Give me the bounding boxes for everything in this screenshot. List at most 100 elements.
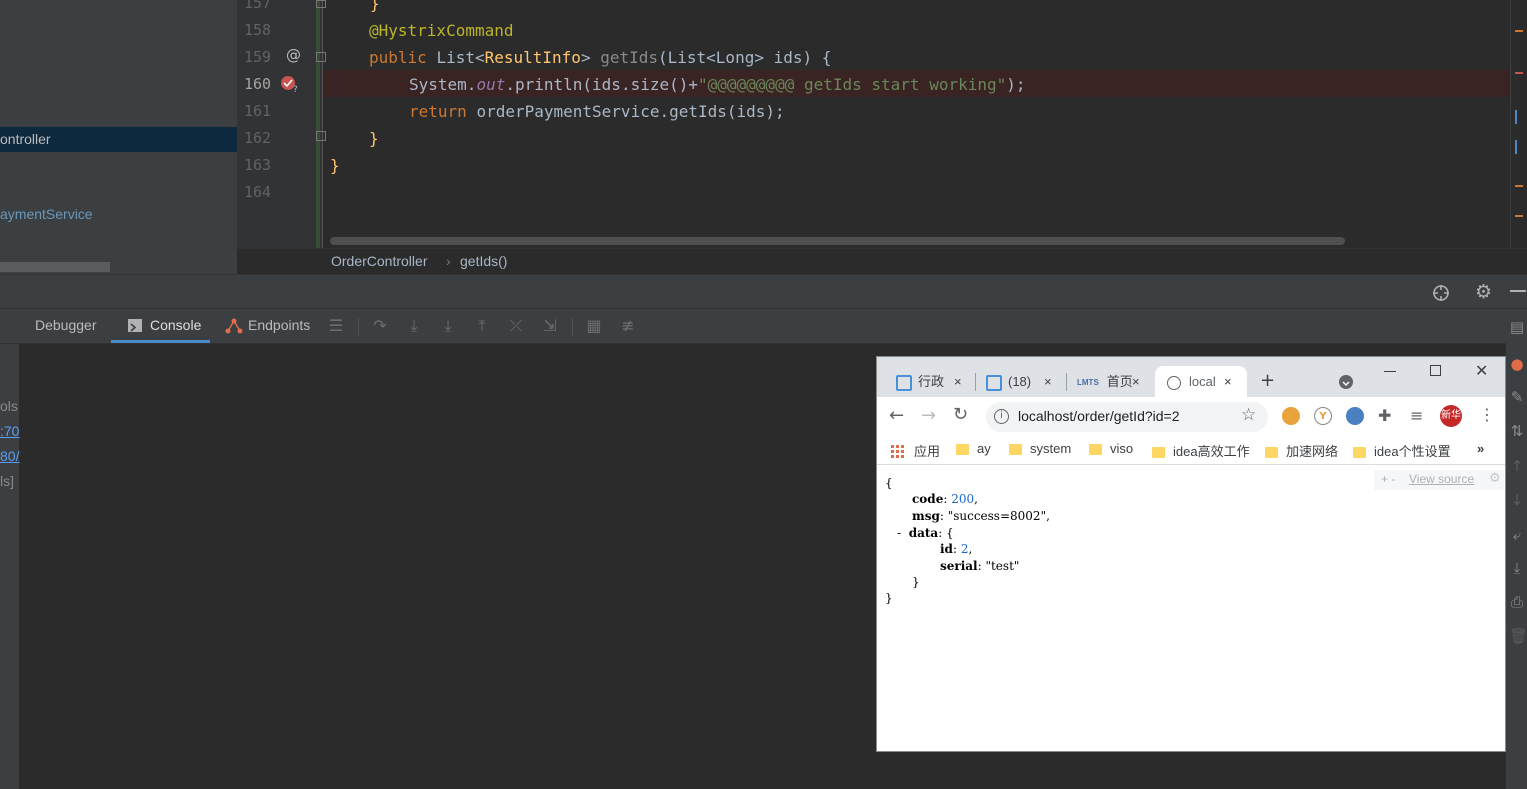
up-arrow-icon[interactable]: ↑ xyxy=(1509,457,1525,475)
close-tab-icon[interactable]: × xyxy=(954,366,962,397)
active-tab-underline xyxy=(111,340,210,343)
cookie-extension-icon[interactable] xyxy=(1282,407,1300,425)
page-icon xyxy=(896,374,912,391)
code-line-161: return orderPaymentService.getIds(ids); xyxy=(409,102,785,121)
project-item-payment-service[interactable]: aymentService xyxy=(0,202,237,227)
override-at-icon[interactable]: @ xyxy=(286,46,301,64)
fold-icon[interactable] xyxy=(316,131,326,141)
stripe-mark xyxy=(1515,140,1517,154)
trash-icon[interactable]: 🗑 xyxy=(1509,627,1527,645)
fold-icon[interactable] xyxy=(316,52,326,62)
bookmark-folder[interactable]: 加速网络 xyxy=(1265,441,1338,460)
json-open-brace: { xyxy=(885,476,893,490)
breakpoint-icon[interactable]: ? xyxy=(280,75,300,95)
breadcrumb-class[interactable]: OrderController xyxy=(331,253,427,269)
breadcrumb-method[interactable]: getIds() xyxy=(460,253,507,269)
fold-icon[interactable] xyxy=(316,0,326,8)
browser-tab-active-content[interactable]: local × xyxy=(1167,366,1242,397)
console-link[interactable]: :70 xyxy=(0,423,19,439)
debug-tool-header xyxy=(0,274,1527,309)
tab-separator xyxy=(1066,373,1067,391)
window-minimize-icon[interactable] xyxy=(1384,371,1396,372)
back-icon[interactable]: ← xyxy=(889,405,904,426)
json-close-brace: } xyxy=(885,591,893,605)
gutter-divider xyxy=(322,0,323,248)
sort-icon[interactable]: ⇅ xyxy=(1509,422,1525,440)
bookmark-folder[interactable]: system xyxy=(1009,441,1071,456)
scroll-to-end-icon[interactable]: ⤓ xyxy=(1509,559,1525,577)
step-over-icon[interactable]: ↷ xyxy=(370,316,390,336)
lmts-logo-icon: LMTS xyxy=(1077,378,1099,388)
bookmark-star-icon[interactable]: ☆ xyxy=(1241,405,1256,425)
tab-search-icon[interactable] xyxy=(1339,375,1353,389)
blue-extension-icon[interactable] xyxy=(1346,407,1364,425)
soft-wrap-icon[interactable]: ⤶ xyxy=(1509,526,1525,544)
line-number: 160 xyxy=(244,75,272,93)
json-line-data[interactable]: - data: { xyxy=(897,526,954,540)
bookmark-folder[interactable]: viso xyxy=(1089,441,1133,456)
breadcrumb-separator: › xyxy=(446,253,451,269)
globe-icon xyxy=(1167,375,1181,390)
bookmark-folder[interactable]: ay xyxy=(956,441,991,456)
layout-icon[interactable]: ▤ xyxy=(1509,318,1525,336)
tab-console[interactable]: Console xyxy=(150,317,201,333)
step-out-icon[interactable]: ⤒ xyxy=(472,316,492,336)
run-to-cursor-icon[interactable]: ⇲ xyxy=(540,316,560,336)
editor-horizontal-scrollbar[interactable] xyxy=(330,237,1345,245)
project-item-order-controller[interactable]: ontroller xyxy=(0,127,237,152)
tab-endpoints[interactable]: Endpoints xyxy=(248,317,310,333)
close-tab-icon[interactable]: × xyxy=(1044,366,1052,397)
view-source-link[interactable]: View source xyxy=(1409,472,1474,486)
url-text[interactable]: localhost/order/getId?id=2 xyxy=(1018,408,1180,424)
minimize-icon[interactable] xyxy=(1510,290,1526,292)
close-tab-icon[interactable]: × xyxy=(1224,366,1232,397)
bookmark-folder[interactable]: idea高效工作 xyxy=(1152,441,1250,460)
media-control-icon[interactable]: ≡ xyxy=(1410,406,1423,425)
forward-icon[interactable]: → xyxy=(921,405,936,426)
more-bookmarks-button[interactable]: » xyxy=(1477,441,1484,456)
down-arrow-icon[interactable]: ↓ xyxy=(1509,491,1525,509)
print-icon[interactable]: ⎙ xyxy=(1509,593,1525,611)
new-tab-button[interactable]: + xyxy=(1260,370,1275,391)
edit-icon[interactable]: ✎ xyxy=(1509,388,1525,406)
browser-tab[interactable]: (18) × xyxy=(986,366,1061,397)
line-number: 164 xyxy=(244,183,272,201)
gear-icon[interactable]: ⚙ xyxy=(1475,282,1495,302)
endpoints-icon xyxy=(225,317,243,335)
window-close-icon[interactable]: ✕ xyxy=(1475,361,1488,380)
y-extension-icon[interactable]: Y xyxy=(1314,407,1332,425)
console-link[interactable]: 80/ xyxy=(0,448,19,464)
browser-tab[interactable]: 行政 × xyxy=(896,366,971,397)
evaluate-icon[interactable]: ▦ xyxy=(584,316,604,336)
stripe-mark xyxy=(1515,110,1517,124)
code-line-163: } xyxy=(330,156,340,175)
target-icon[interactable] xyxy=(1431,283,1451,303)
code-line-162: } xyxy=(369,129,379,148)
extensions-puzzle-icon[interactable]: ✚ xyxy=(1378,406,1391,425)
project-scrollbar[interactable] xyxy=(0,262,110,272)
stripe-mark xyxy=(1515,185,1523,187)
collapse-toggle[interactable]: - xyxy=(897,526,901,540)
editor-error-stripe[interactable] xyxy=(1510,0,1527,248)
apps-grid-icon[interactable] xyxy=(891,443,904,458)
browser-tab[interactable]: LMTS 首页 × xyxy=(1077,366,1152,397)
step-into-icon[interactable]: ⤓ xyxy=(404,316,424,336)
force-step-into-icon[interactable]: ⤓ xyxy=(438,316,458,336)
reload-icon[interactable]: ↻ xyxy=(953,404,968,425)
bookmark-folder[interactable]: idea个性设置 xyxy=(1353,441,1451,460)
folder-icon xyxy=(1353,447,1366,459)
drop-frame-icon[interactable]: ⤫ xyxy=(506,316,526,336)
menu-lines-icon[interactable]: ☰ xyxy=(326,316,346,336)
trace-icon[interactable]: ≢ xyxy=(618,316,638,336)
browser-tab-title: 行政 xyxy=(918,374,945,389)
settings-gear-icon[interactable]: ⚙ xyxy=(1489,471,1501,486)
close-tab-icon[interactable]: × xyxy=(1132,366,1140,397)
window-maximize-icon[interactable] xyxy=(1430,365,1441,376)
kebab-menu-icon[interactable]: ⋮ xyxy=(1479,405,1495,424)
expand-collapse-controls[interactable]: + - xyxy=(1381,472,1395,486)
profile-avatar[interactable]: 新华 xyxy=(1440,405,1462,427)
rerun-icon[interactable]: ● xyxy=(1509,355,1525,373)
tab-debugger[interactable]: Debugger xyxy=(35,317,97,333)
info-icon[interactable]: i xyxy=(994,409,1009,424)
bookmark-apps[interactable]: 应用 xyxy=(914,441,940,460)
